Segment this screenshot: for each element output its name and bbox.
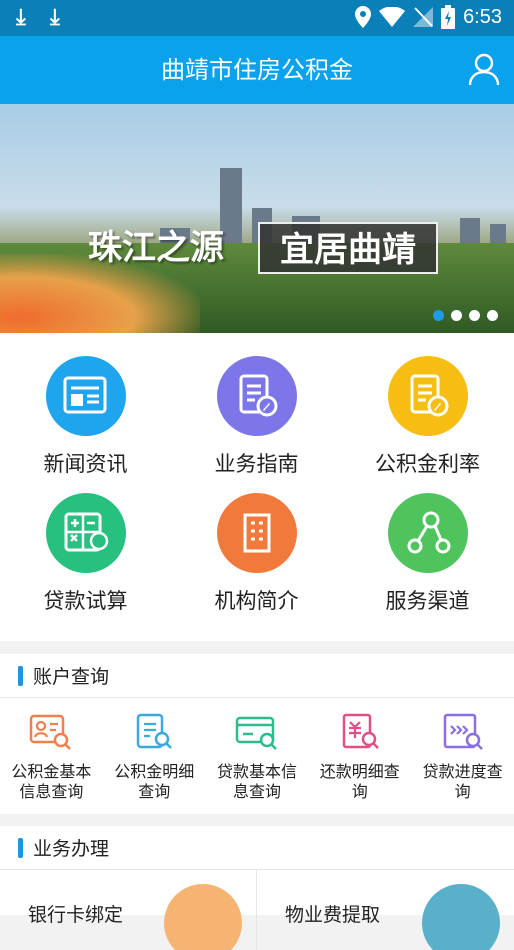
download-icon: ⤓ (50, 5, 60, 30)
app-bar: 曲靖市住房公积金 (0, 36, 514, 104)
banner-caption-right: 宜居曲靖 (258, 222, 438, 274)
carousel-dot[interactable] (487, 310, 498, 321)
service-label: 业务指南 (214, 452, 299, 476)
carousel-dot[interactable] (469, 310, 480, 321)
business-label: 银行卡绑定 (28, 904, 124, 926)
page-title: 曲靖市住房公积金 (161, 56, 353, 84)
query-loan-progress[interactable]: 贷款进度查询 (411, 698, 514, 802)
service-label: 机构简介 (214, 589, 299, 613)
query-list: 公积金基本 信息查询 公积金明细 查询 贷款基本信 息查询 还款明细查询 贷款进度查询 (0, 698, 514, 802)
section-accent (18, 837, 23, 858)
query-label: 公积金基本 信息查询 (11, 762, 92, 801)
query-label: 还款明细查询 (319, 762, 400, 801)
progress-search-icon (443, 713, 483, 750)
calculator-icon (45, 493, 126, 573)
query-label: 贷款基本信 息查询 (216, 762, 297, 801)
clock: 6:53 (463, 5, 502, 28)
detail-search-icon (136, 713, 173, 749)
business-list: 银行卡绑定 物业费提取 (0, 870, 514, 950)
service-news[interactable]: 新闻资讯 (0, 356, 171, 478)
rate-icon (387, 356, 468, 436)
channels-icon (387, 493, 468, 573)
carousel-dot[interactable] (451, 310, 462, 321)
battery-charging-icon (441, 5, 456, 29)
guide-icon (216, 356, 297, 436)
bank-card-icon (164, 884, 242, 950)
status-bar: ⤓ ⤓ 6:53 (0, 0, 514, 36)
location-icon (355, 6, 372, 28)
tools-icon (422, 884, 500, 950)
section-title: 账户查询 (33, 666, 110, 688)
business-property-fee-withdrawal[interactable]: 物业费提取 (257, 870, 514, 950)
query-loan-info[interactable]: 贷款基本信 息查询 (206, 698, 309, 802)
service-rate[interactable]: 公积金利率 (342, 356, 513, 478)
service-label: 公积金利率 (375, 452, 480, 476)
building-icon (216, 493, 297, 573)
carousel-dot[interactable] (433, 310, 444, 321)
download-icon: ⤓ (16, 5, 26, 30)
query-label: 公积金明细 查询 (114, 762, 195, 801)
query-repay-detail[interactable]: 还款明细查询 (308, 698, 411, 802)
business-section: 业务办理 银行卡绑定 物业费提取 (0, 826, 514, 950)
section-title: 业务办理 (33, 838, 110, 860)
service-label: 服务渠道 (385, 589, 470, 613)
service-guide[interactable]: 业务指南 (171, 356, 342, 478)
service-grid: 新闻资讯 业务指南 公积金利率 贷款试算 机构简介 服务渠道 (0, 333, 514, 641)
carousel-indicator (433, 310, 498, 321)
query-basic-info[interactable]: 公积金基本 信息查询 (0, 698, 103, 802)
repay-search-icon (342, 713, 379, 749)
query-label: 贷款进度查询 (422, 762, 503, 801)
profile-search-icon (30, 714, 72, 750)
section-accent (18, 665, 23, 686)
business-bank-card-binding[interactable]: 银行卡绑定 (0, 870, 257, 950)
section-header: 账户查询 (0, 654, 514, 698)
service-institution[interactable]: 机构简介 (171, 493, 342, 615)
banner-caption-left: 珠江之源 (88, 228, 224, 268)
banner-carousel[interactable]: 珠江之源 宜居曲靖 (0, 104, 514, 333)
news-icon (45, 356, 126, 436)
query-fund-detail[interactable]: 公积金明细 查询 (103, 698, 206, 802)
account-query-section: 账户查询 公积金基本 信息查询 公积金明细 查询 贷款基本信 息查询 还款明细查询 贷… (0, 654, 514, 814)
user-icon[interactable] (468, 52, 500, 86)
no-sim-icon (413, 7, 434, 27)
service-calculator[interactable]: 贷款试算 (0, 493, 171, 615)
wifi-icon (379, 7, 406, 27)
service-label: 贷款试算 (43, 589, 128, 613)
section-header: 业务办理 (0, 826, 514, 870)
service-channels[interactable]: 服务渠道 (342, 493, 513, 615)
card-search-icon (235, 716, 277, 750)
service-label: 新闻资讯 (43, 452, 128, 476)
business-label: 物业费提取 (285, 904, 381, 926)
